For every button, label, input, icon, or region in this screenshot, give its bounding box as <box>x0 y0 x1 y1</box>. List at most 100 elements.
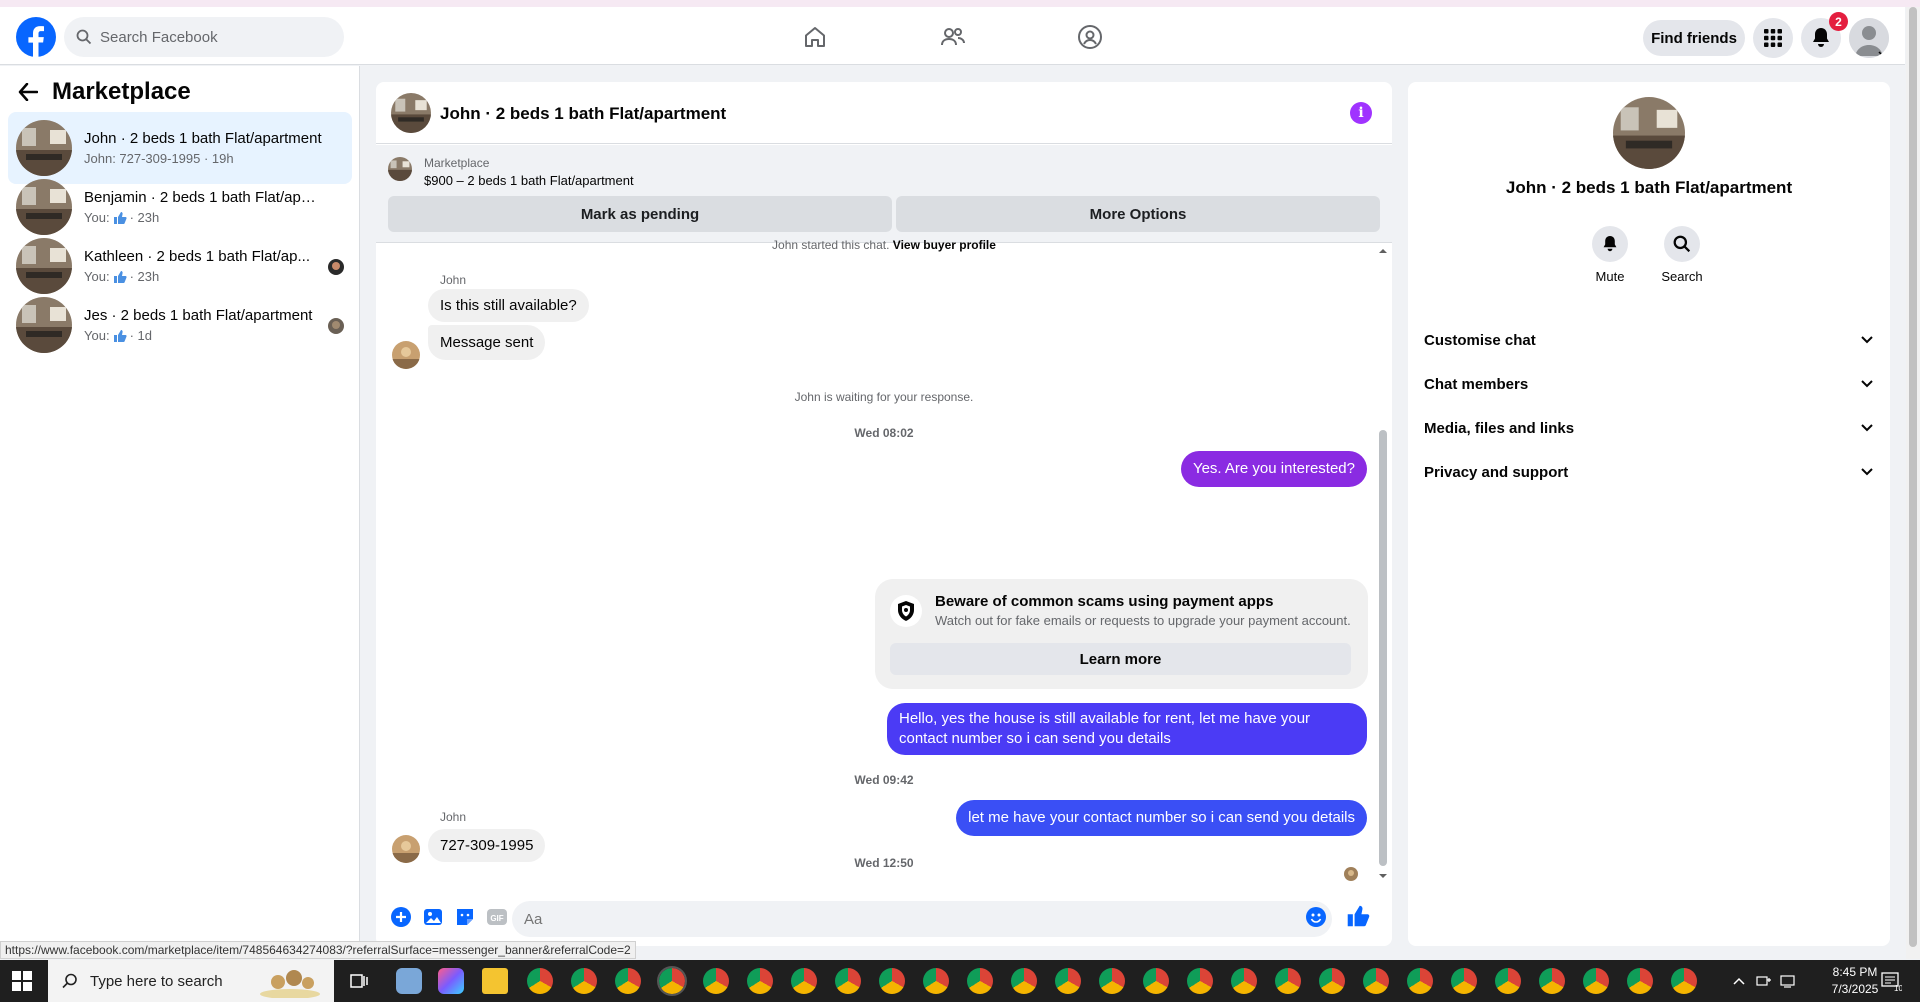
taskbar-search-field[interactable]: Type here to search <box>48 960 334 1002</box>
incoming-message[interactable]: 727-309-1995 <box>428 829 546 862</box>
banner-listing-price[interactable]: $900 – 2 beds 1 bath Flat/apartment <box>424 173 634 188</box>
file-explorer-icon[interactable] <box>482 968 508 994</box>
chrome-icon[interactable] <box>1363 968 1389 994</box>
network-icon[interactable] <box>1756 960 1772 1002</box>
mark-as-pending-button[interactable]: Mark as pending <box>388 196 892 232</box>
sender-avatar[interactable] <box>392 341 420 369</box>
photo-icon[interactable] <box>422 906 444 928</box>
privacy-support-section[interactable]: Privacy and support <box>1424 454 1874 490</box>
chrome-icon[interactable] <box>1231 968 1257 994</box>
chrome-icon[interactable] <box>835 968 861 994</box>
task-view-icon[interactable] <box>350 973 368 989</box>
chrome-icon[interactable] <box>1451 968 1477 994</box>
media-files-links-section[interactable]: Media, files and links <box>1424 410 1874 446</box>
chrome-icon[interactable] <box>1627 968 1653 994</box>
back-arrow-icon[interactable] <box>18 83 38 101</box>
app-icon-1[interactable] <box>396 968 422 994</box>
details-title: John · 2 beds 1 bath Flat/apartment <box>1505 178 1793 197</box>
chrome-icon[interactable] <box>703 968 729 994</box>
info-icon[interactable]: i <box>1350 102 1372 124</box>
tray-chevron-icon[interactable] <box>1732 960 1746 1002</box>
chrome-icon[interactable] <box>1539 968 1565 994</box>
details-avatar[interactable] <box>1613 97 1685 169</box>
chrome-icon[interactable] <box>879 968 905 994</box>
find-friends-button[interactable]: Find friends <box>1643 20 1745 56</box>
gif-icon[interactable]: GIF <box>486 906 508 928</box>
chat-members-section[interactable]: Chat members <box>1424 366 1874 402</box>
chrome-icon[interactable] <box>1187 968 1213 994</box>
svg-text:10: 10 <box>1894 984 1902 992</box>
chrome-icon[interactable] <box>1011 968 1037 994</box>
you-label: You: <box>84 210 110 225</box>
chevron-down-icon <box>1861 336 1873 344</box>
windows-start-icon[interactable] <box>12 971 32 991</box>
search-icon[interactable] <box>1664 226 1700 262</box>
bell-icon[interactable] <box>1592 226 1628 262</box>
emoji-icon[interactable] <box>1305 906 1327 928</box>
chrome-icon[interactable] <box>1099 968 1125 994</box>
top-strip <box>0 0 1920 7</box>
sticker-icon[interactable] <box>454 906 476 928</box>
sender-name: John <box>440 273 467 287</box>
conversation-time: · 23h <box>129 210 160 225</box>
chat-avatar[interactable] <box>391 93 431 133</box>
page-scroll-thumb[interactable] <box>1909 7 1917 947</box>
chrome-icon[interactable] <box>1407 968 1433 994</box>
chrome-icon[interactable] <box>747 968 773 994</box>
customise-chat-section[interactable]: Customise chat <box>1424 322 1874 358</box>
chat-scrollbar[interactable] <box>1376 244 1390 886</box>
outgoing-message[interactable]: let me have your contact number so i can… <box>956 800 1367 836</box>
chat-title[interactable]: John · 2 beds 1 bath Flat/apartment <box>440 104 726 124</box>
mute-label: Mute <box>1595 269 1625 284</box>
scroll-thumb[interactable] <box>1379 430 1387 866</box>
display-icon[interactable] <box>1780 960 1798 1002</box>
chrome-icon[interactable] <box>967 968 993 994</box>
more-options-button[interactable]: More Options <box>896 196 1380 232</box>
message-input[interactable] <box>512 901 1332 937</box>
incoming-message[interactable]: Is this still available? <box>428 289 589 322</box>
chrome-icon[interactable] <box>1583 968 1609 994</box>
outgoing-message[interactable]: Hello, yes the house is still available … <box>887 703 1367 755</box>
chrome-icon[interactable] <box>923 968 949 994</box>
learn-more-button[interactable]: Learn more <box>890 643 1351 675</box>
like-icon <box>113 211 127 225</box>
groups-icon[interactable] <box>1074 21 1106 53</box>
sender-avatar[interactable] <box>392 835 420 863</box>
chrome-icon[interactable] <box>791 968 817 994</box>
conversation-item-jes[interactable]: Jes · 2 beds 1 bath Flat/apartment You: … <box>8 289 352 361</box>
chrome-icon[interactable] <box>1055 968 1081 994</box>
chrome-icon[interactable] <box>1495 968 1521 994</box>
action-center-icon[interactable]: 10 <box>1880 960 1902 1002</box>
chrome-icon[interactable] <box>571 968 597 994</box>
plus-circle-icon[interactable] <box>390 906 412 928</box>
thumbs-up-icon[interactable] <box>1345 903 1371 929</box>
message-list: John started this chat. View buyer profi… <box>376 238 1392 886</box>
copilot-icon[interactable] <box>438 968 464 994</box>
chrome-icon[interactable] <box>527 968 553 994</box>
scroll-down-icon[interactable] <box>1376 871 1390 881</box>
menu-grid-button[interactable] <box>1753 18 1793 58</box>
search-facebook-field[interactable]: Search Facebook <box>64 17 344 57</box>
chevron-down-icon <box>1861 424 1873 432</box>
chrome-icon[interactable] <box>1143 968 1169 994</box>
marketplace-header: Marketplace <box>18 78 191 106</box>
incoming-message[interactable]: Message sent <box>428 325 546 360</box>
home-icon[interactable] <box>799 21 831 53</box>
mute-action[interactable]: Mute <box>1580 226 1640 284</box>
view-buyer-profile-link[interactable]: View buyer profile <box>893 238 996 252</box>
like-icon <box>113 329 127 343</box>
search-action[interactable]: Search <box>1652 226 1712 284</box>
chrome-icon[interactable] <box>1319 968 1345 994</box>
chrome-icon-active[interactable] <box>657 966 687 996</box>
account-avatar[interactable] <box>1849 18 1889 58</box>
chrome-icon[interactable] <box>1671 968 1697 994</box>
facebook-logo-icon[interactable] <box>16 17 56 57</box>
outgoing-message[interactable]: Yes. Are you interested? <box>1180 451 1367 487</box>
scam-warning-card: Beware of common scams using payment app… <box>875 579 1368 689</box>
page-scrollbar[interactable] <box>1906 7 1920 959</box>
conversation-snippet: John: 727-309-1995 · 19h <box>84 151 234 166</box>
chrome-icon[interactable] <box>1275 968 1301 994</box>
page-title: Marketplace <box>52 78 191 105</box>
chrome-icon[interactable] <box>615 968 641 994</box>
friends-icon[interactable] <box>937 21 969 53</box>
